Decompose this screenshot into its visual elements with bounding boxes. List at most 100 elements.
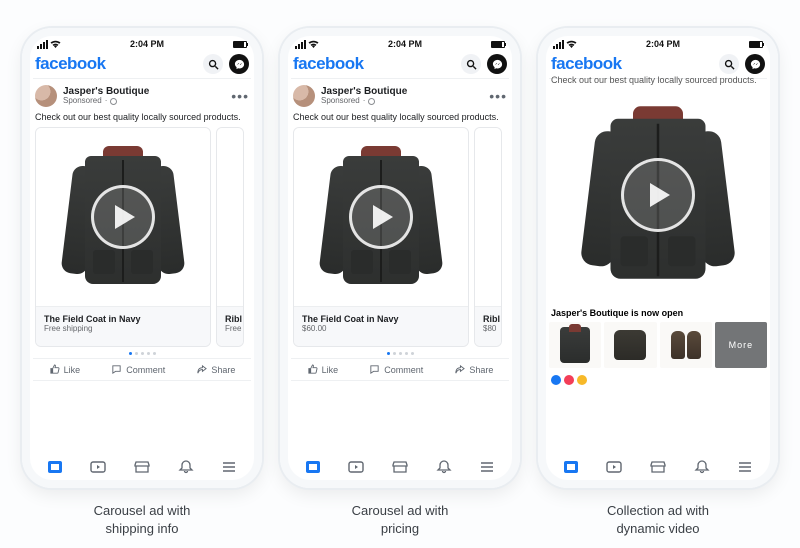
globe-icon — [368, 98, 375, 105]
reaction-haha-icon — [577, 375, 587, 385]
share-button[interactable]: Share — [454, 364, 493, 375]
battery-icon — [491, 41, 505, 48]
collection-tile-sweater[interactable] — [604, 322, 656, 368]
share-icon — [454, 364, 465, 375]
carousel-dots — [291, 347, 509, 358]
battery-icon — [233, 41, 247, 48]
search-button[interactable] — [203, 54, 223, 74]
card-subtitle: Free shipping — [44, 324, 202, 333]
product-thumb-jacket — [560, 327, 590, 363]
search-icon — [724, 59, 735, 70]
app-header: facebook — [291, 52, 509, 79]
tab-notifications[interactable] — [177, 459, 195, 475]
wifi-icon — [566, 40, 577, 49]
like-button[interactable]: Like — [49, 364, 81, 375]
carousel-card[interactable]: The Field Coat in Navy $60.00 — [293, 127, 469, 347]
phone-carousel-shipping: 2:04 PM facebook Jasper's Boutique S — [22, 28, 262, 488]
wifi-icon — [50, 40, 61, 49]
advertiser-avatar[interactable] — [293, 85, 315, 107]
carousel-card-peek[interactable]: Ribl $80 — [474, 127, 502, 347]
carousel-card[interactable]: The Field Coat in Navy Free shipping — [35, 127, 211, 347]
tab-watch[interactable] — [605, 459, 623, 475]
comment-icon — [111, 364, 122, 375]
facebook-logo: facebook — [35, 54, 106, 74]
share-button[interactable]: Share — [196, 364, 235, 375]
tab-menu[interactable] — [736, 459, 754, 475]
card-title: The Field Coat in Navy — [44, 314, 202, 324]
messenger-button[interactable] — [745, 54, 765, 74]
comment-button[interactable]: Comment — [369, 364, 423, 375]
signal-icon — [553, 40, 564, 49]
tab-menu[interactable] — [220, 459, 238, 475]
post-body-text: Check out our best quality locally sourc… — [291, 109, 509, 127]
caption-3: Collection ad with dynamic video — [538, 502, 778, 537]
collection-tile-more[interactable]: More — [715, 322, 767, 368]
play-icon[interactable] — [621, 158, 695, 232]
collection-tile-boots[interactable] — [660, 322, 712, 368]
card-subtitle: $60.00 — [302, 324, 460, 333]
wifi-icon — [308, 40, 319, 49]
messenger-icon — [750, 59, 761, 70]
status-time: 2:04 PM — [388, 39, 422, 49]
status-time: 2:04 PM — [646, 39, 680, 49]
tab-bar — [549, 453, 767, 477]
product-thumb-sweater — [614, 330, 646, 360]
search-button[interactable] — [719, 54, 739, 74]
tab-notifications[interactable] — [435, 459, 453, 475]
tab-home[interactable] — [304, 459, 322, 475]
messenger-button[interactable] — [229, 54, 249, 74]
post-more-button[interactable]: ••• — [489, 88, 507, 104]
app-header: facebook — [33, 52, 251, 79]
tab-bar — [33, 453, 251, 477]
tab-menu[interactable] — [478, 459, 496, 475]
tab-watch[interactable] — [89, 459, 107, 475]
card-footer: The Field Coat in Navy Free shipping — [36, 306, 210, 346]
play-icon[interactable] — [91, 185, 155, 249]
tab-home[interactable] — [46, 459, 64, 475]
captions-row: Carousel ad with shipping info Carousel … — [0, 488, 800, 537]
reaction-love-icon — [564, 375, 574, 385]
battery-icon — [749, 41, 763, 48]
carousel-dots — [33, 347, 251, 358]
globe-icon — [110, 98, 117, 105]
card-media[interactable] — [294, 128, 468, 306]
tab-home[interactable] — [562, 459, 580, 475]
tab-notifications[interactable] — [693, 459, 711, 475]
card-media[interactable] — [36, 128, 210, 306]
card-subtitle: Free — [225, 324, 235, 333]
messenger-button[interactable] — [487, 54, 507, 74]
collection-tile-jacket[interactable] — [549, 322, 601, 368]
comment-button[interactable]: Comment — [111, 364, 165, 375]
post-header: Jasper's Boutique Sponsored · ••• — [291, 79, 509, 109]
advertiser-avatar[interactable] — [35, 85, 57, 107]
tab-watch[interactable] — [347, 459, 365, 475]
carousel-card-peek[interactable]: Ribl Free — [216, 127, 244, 347]
carousel[interactable]: The Field Coat in Navy Free shipping Rib… — [33, 127, 251, 347]
comment-icon — [369, 364, 380, 375]
facebook-logo: facebook — [551, 54, 622, 74]
carousel[interactable]: The Field Coat in Navy $60.00 Ribl $80 — [291, 127, 509, 347]
card-title: Ribl — [225, 314, 235, 324]
facebook-logo: facebook — [293, 54, 364, 74]
messenger-icon — [234, 59, 245, 70]
status-bar: 2:04 PM — [549, 38, 767, 52]
post-header: Jasper's Boutique Sponsored · ••• — [33, 79, 251, 109]
card-media — [475, 128, 501, 306]
post-actions: Like Comment Share — [33, 358, 251, 381]
search-button[interactable] — [461, 54, 481, 74]
messenger-icon — [492, 59, 503, 70]
tab-marketplace[interactable] — [133, 459, 151, 475]
caption-2: Carousel ad with pricing — [280, 502, 520, 537]
share-icon — [196, 364, 207, 375]
card-media — [217, 128, 243, 306]
tab-marketplace[interactable] — [391, 459, 409, 475]
like-button[interactable]: Like — [307, 364, 339, 375]
reactions-bar[interactable] — [549, 372, 767, 385]
play-icon[interactable] — [349, 185, 413, 249]
tab-marketplace[interactable] — [649, 459, 667, 475]
sponsored-label: Sponsored — [321, 97, 360, 106]
collection-hero[interactable] — [549, 88, 767, 302]
like-icon — [49, 364, 60, 375]
post-body-text: Check out our best quality locally sourc… — [33, 109, 251, 127]
post-more-button[interactable]: ••• — [231, 88, 249, 104]
